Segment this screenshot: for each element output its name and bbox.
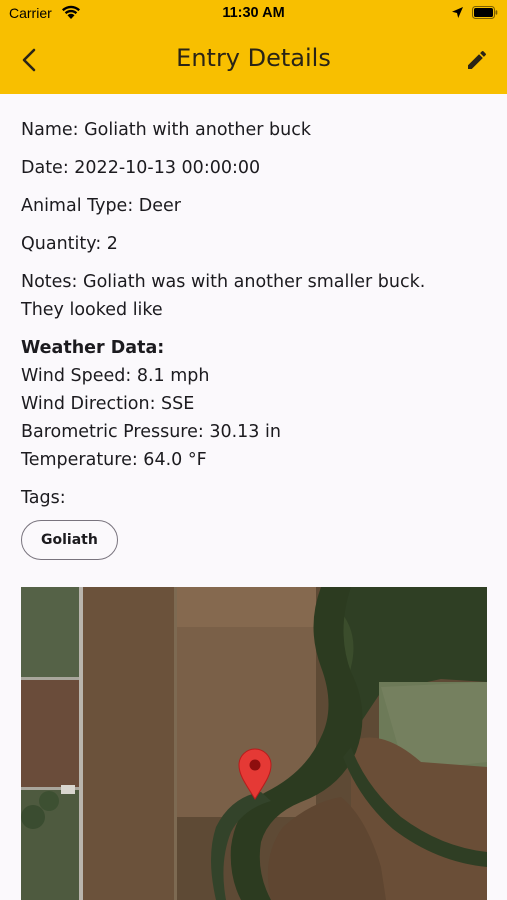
tag-chip-goliath[interactable]: Goliath — [21, 520, 118, 560]
entry-quantity: Quantity: 2 — [21, 234, 118, 254]
entry-animal-type: Animal Type: Deer — [21, 196, 181, 216]
weather-wind-direction: Wind Direction: SSE — [21, 394, 195, 414]
location-arrow-icon — [452, 7, 463, 18]
weather-pressure: Barometric Pressure: 30.13 in — [21, 422, 281, 442]
tags-label: Tags: — [21, 488, 66, 508]
status-time: 11:30 AM — [222, 5, 285, 21]
page-title: Entry Details — [176, 44, 331, 72]
entry-notes: Notes: Goliath was with another smaller … — [21, 268, 491, 324]
battery-icon — [472, 6, 498, 19]
app-bar: Carrier 11:30 AM Entry Details — [0, 0, 507, 94]
location-map[interactable] — [21, 587, 487, 900]
entry-details: Name: Goliath with another buck Date: 20… — [21, 116, 491, 560]
entry-date: Date: 2022-10-13 00:00:00 — [21, 158, 261, 178]
entry-notes-line: They looked like — [21, 300, 163, 320]
edit-button[interactable] — [462, 45, 492, 75]
weather-heading: Weather Data: — [21, 338, 165, 358]
entry-notes-line: Notes: Goliath was with another smaller … — [21, 272, 426, 292]
tag-list: Goliath — [21, 512, 491, 560]
weather-temperature: Temperature: 64.0 °F — [21, 450, 207, 470]
satellite-map-image — [21, 587, 487, 900]
entry-name: Name: Goliath with another buck — [21, 120, 311, 140]
status-bar: Carrier 11:30 AM — [0, 0, 507, 28]
pencil-icon — [468, 50, 487, 69]
weather-wind-speed: Wind Speed: 8.1 mph — [21, 366, 210, 386]
